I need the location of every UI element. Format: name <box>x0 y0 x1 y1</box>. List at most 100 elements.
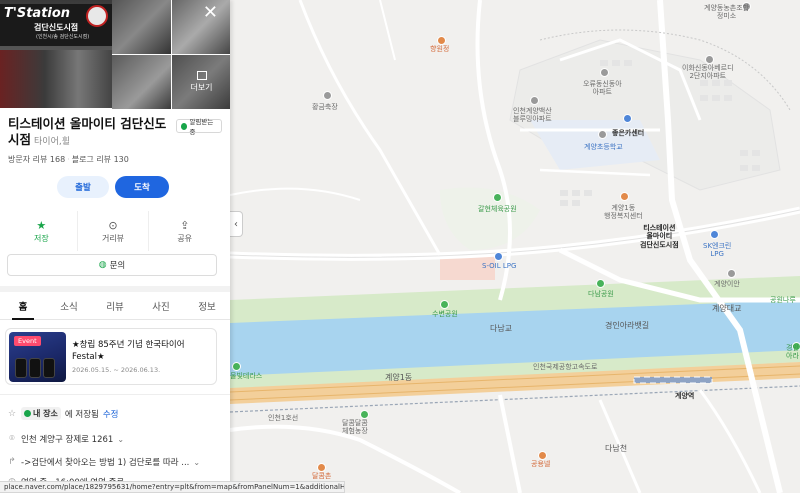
map-label-terrace: 물빛테라스 <box>230 372 263 380</box>
photo-gallery[interactable]: T'Station 검단신도시점 (인천시/송 검단신도시점) 더보기 ✕ <box>0 0 230 109</box>
my-place-chip[interactable]: 내 장소 <box>21 407 61 420</box>
shop-sign-sub2: (인천시/송 검단신도시점) <box>36 34 90 40</box>
map-label-soil: S-OIL LPG <box>482 262 517 270</box>
place-panel: T'Station 검단신도시점 (인천시/송 검단신도시점) 더보기 ✕ 티스… <box>0 0 230 493</box>
event-card[interactable]: Event ★창립 85주년 기념 한국타이어 Festal★ 2026.05.… <box>5 328 217 385</box>
map-label-office: 계양1동 행정복지센터 <box>604 204 643 221</box>
tab-news[interactable]: 소식 <box>46 292 92 319</box>
tab-info[interactable]: 정보 <box>184 292 230 319</box>
photo-thumb[interactable] <box>172 0 230 54</box>
poi-dot[interactable] <box>600 68 609 77</box>
tab-reviews[interactable]: 리뷰 <box>92 292 138 319</box>
directions-row[interactable]: ↱ ->검단에서 찾아오는 방법 1) 검단로를 따라 ... ⌄ <box>7 456 200 468</box>
tire-icon <box>15 358 27 378</box>
tab-home[interactable]: 홈 <box>0 292 46 320</box>
street-view-button[interactable]: ⊙ 거리뷰 <box>78 211 150 251</box>
map-label-park1: 갈현체육공원 <box>478 205 517 213</box>
close-icon[interactable]: ✕ <box>203 4 218 22</box>
poi-dot[interactable] <box>598 130 607 139</box>
map-label-gyeyang-bridge: 계양대교 <box>712 304 742 313</box>
place-pin-label[interactable]: 티스테이션 올마이티 검단신도시점 <box>640 224 679 249</box>
saved-row: ☆ 내 장소 에 저장됨 수정 <box>7 407 119 420</box>
poi-dot[interactable] <box>620 192 629 201</box>
map-label-sujeon: 수변공원 <box>432 310 458 318</box>
poi-dot[interactable] <box>360 410 369 419</box>
review-separator: · <box>67 155 70 164</box>
directions-text: ->검단에서 찾아오는 방법 1) 검단로를 따라 ... <box>21 458 190 468</box>
address-row[interactable]: ⌾ 인천 계양구 장제로 1261 ⌄ <box>7 433 124 445</box>
visitor-reviews-link[interactable]: 방문자 리뷰 168 <box>8 155 65 164</box>
address-text: 인천 계양구 장제로 1261 <box>21 435 114 445</box>
tire-icon <box>43 358 55 378</box>
tab-bar: 홈 소식 리뷰 사진 정보 <box>0 292 230 320</box>
notify-badge[interactable]: 알림받는중 <box>176 118 222 136</box>
more-photos-label: 더보기 <box>190 83 213 92</box>
section-divider <box>0 394 230 395</box>
tire-icon <box>29 358 41 378</box>
tab-photos[interactable]: 사진 <box>138 292 184 319</box>
poi-dot[interactable] <box>596 279 605 288</box>
poi-dot[interactable] <box>437 36 446 45</box>
poi-dot[interactable] <box>494 252 503 261</box>
action-bar: ★ 저장 ⊙ 거리뷰 ⇪ 공유 <box>6 211 220 251</box>
app-root: 계양동농촌조합 정미소 향원정 황금축장 오류동신동아 아파트 이화신동아베르디… <box>0 0 800 493</box>
inquiry-label: 문의 <box>109 261 126 271</box>
poi-dot[interactable] <box>727 269 736 278</box>
more-photos-button[interactable]: 더보기 <box>172 55 230 109</box>
event-badge: Event <box>14 336 41 346</box>
star-icon: ★ <box>36 218 47 232</box>
map-label-farm: 달콤달콤 체험농장 <box>342 419 368 436</box>
poi-dot[interactable] <box>623 114 632 123</box>
share-icon: ⇪ <box>180 218 190 232</box>
poi-dot[interactable] <box>493 193 502 202</box>
map-label-danamcheon: 다남천 <box>605 444 628 453</box>
street-view-label: 거리뷰 <box>101 233 125 243</box>
chevron-down-icon: ⌄ <box>193 457 201 467</box>
event-thumbnail: Event <box>9 332 66 382</box>
map-label-center1: 좋은카센터 <box>612 129 645 137</box>
chevron-down-icon: ⌄ <box>117 434 125 444</box>
shop-sign-sub: 검단신도시점 <box>34 23 79 32</box>
edit-saved-link[interactable]: 수정 <box>103 408 119 420</box>
title-row: 티스테이션 올마이티 검단신도 시점 타이어,휠 알림받는중 <box>8 116 222 150</box>
map-label-hyangwonjeong: 향원정 <box>430 45 450 53</box>
poi-dot[interactable] <box>710 230 719 239</box>
map-label-apt3: 인천계양백산 블루밍아파트 <box>513 107 552 124</box>
poi-dot[interactable] <box>323 91 332 100</box>
poi-dot[interactable] <box>440 300 449 309</box>
photo-thumb[interactable] <box>112 0 171 54</box>
pin-icon: ⌾ <box>9 434 15 444</box>
share-button[interactable]: ⇪ 공유 <box>149 211 220 251</box>
poi-dot[interactable] <box>530 96 539 105</box>
place-name-line2: 시점 <box>8 132 32 147</box>
photo-main[interactable]: T'Station 검단신도시점 (인천시/송 검단신도시점) <box>0 0 112 108</box>
inquiry-button[interactable]: ◍ 문의 <box>7 254 217 276</box>
panel-collapse-button[interactable]: ‹ <box>230 211 243 237</box>
map-label-park3: 공원나루 <box>770 296 796 304</box>
map-label-apt1: 오류동신동아 아파트 <box>583 80 622 97</box>
map-label-airport-rail: 인천국제공항고속도로 <box>533 363 598 371</box>
map-label-gongyong: 공용넬 <box>531 460 551 468</box>
poi-dot[interactable] <box>705 55 714 64</box>
photo-thumb[interactable] <box>112 55 171 109</box>
map-label-dalam: 달콤촌 <box>312 472 332 480</box>
poi-dot[interactable] <box>538 451 547 460</box>
event-date: 2026.05.15. ~ 2026.06.13. <box>72 366 161 374</box>
shop-sign-text: T'Station <box>4 6 71 21</box>
arrive-route-button[interactable]: 도착 <box>115 176 169 198</box>
poi-dot[interactable] <box>317 463 326 472</box>
save-label: 저장 <box>33 233 49 243</box>
poi-dot[interactable] <box>232 362 241 371</box>
naver-dot-icon <box>181 122 188 130</box>
map-label-station: 계양역 <box>675 392 695 400</box>
start-route-button[interactable]: 출발 <box>57 176 109 198</box>
map-label-danam-bridge: 다남교 <box>490 324 513 333</box>
blog-reviews-link[interactable]: 블로그 리뷰 130 <box>72 155 129 164</box>
review-counts: 방문자 리뷰 168 · 블로그 리뷰 130 <box>8 154 129 165</box>
shop-front <box>0 50 112 108</box>
save-button[interactable]: ★ 저장 <box>6 211 78 251</box>
notify-badge-label: 알림받는중 <box>189 118 214 136</box>
my-place-label: 내 장소 <box>33 409 58 418</box>
photo-thumb[interactable]: 더보기 <box>172 55 230 109</box>
image-icon <box>196 71 207 80</box>
